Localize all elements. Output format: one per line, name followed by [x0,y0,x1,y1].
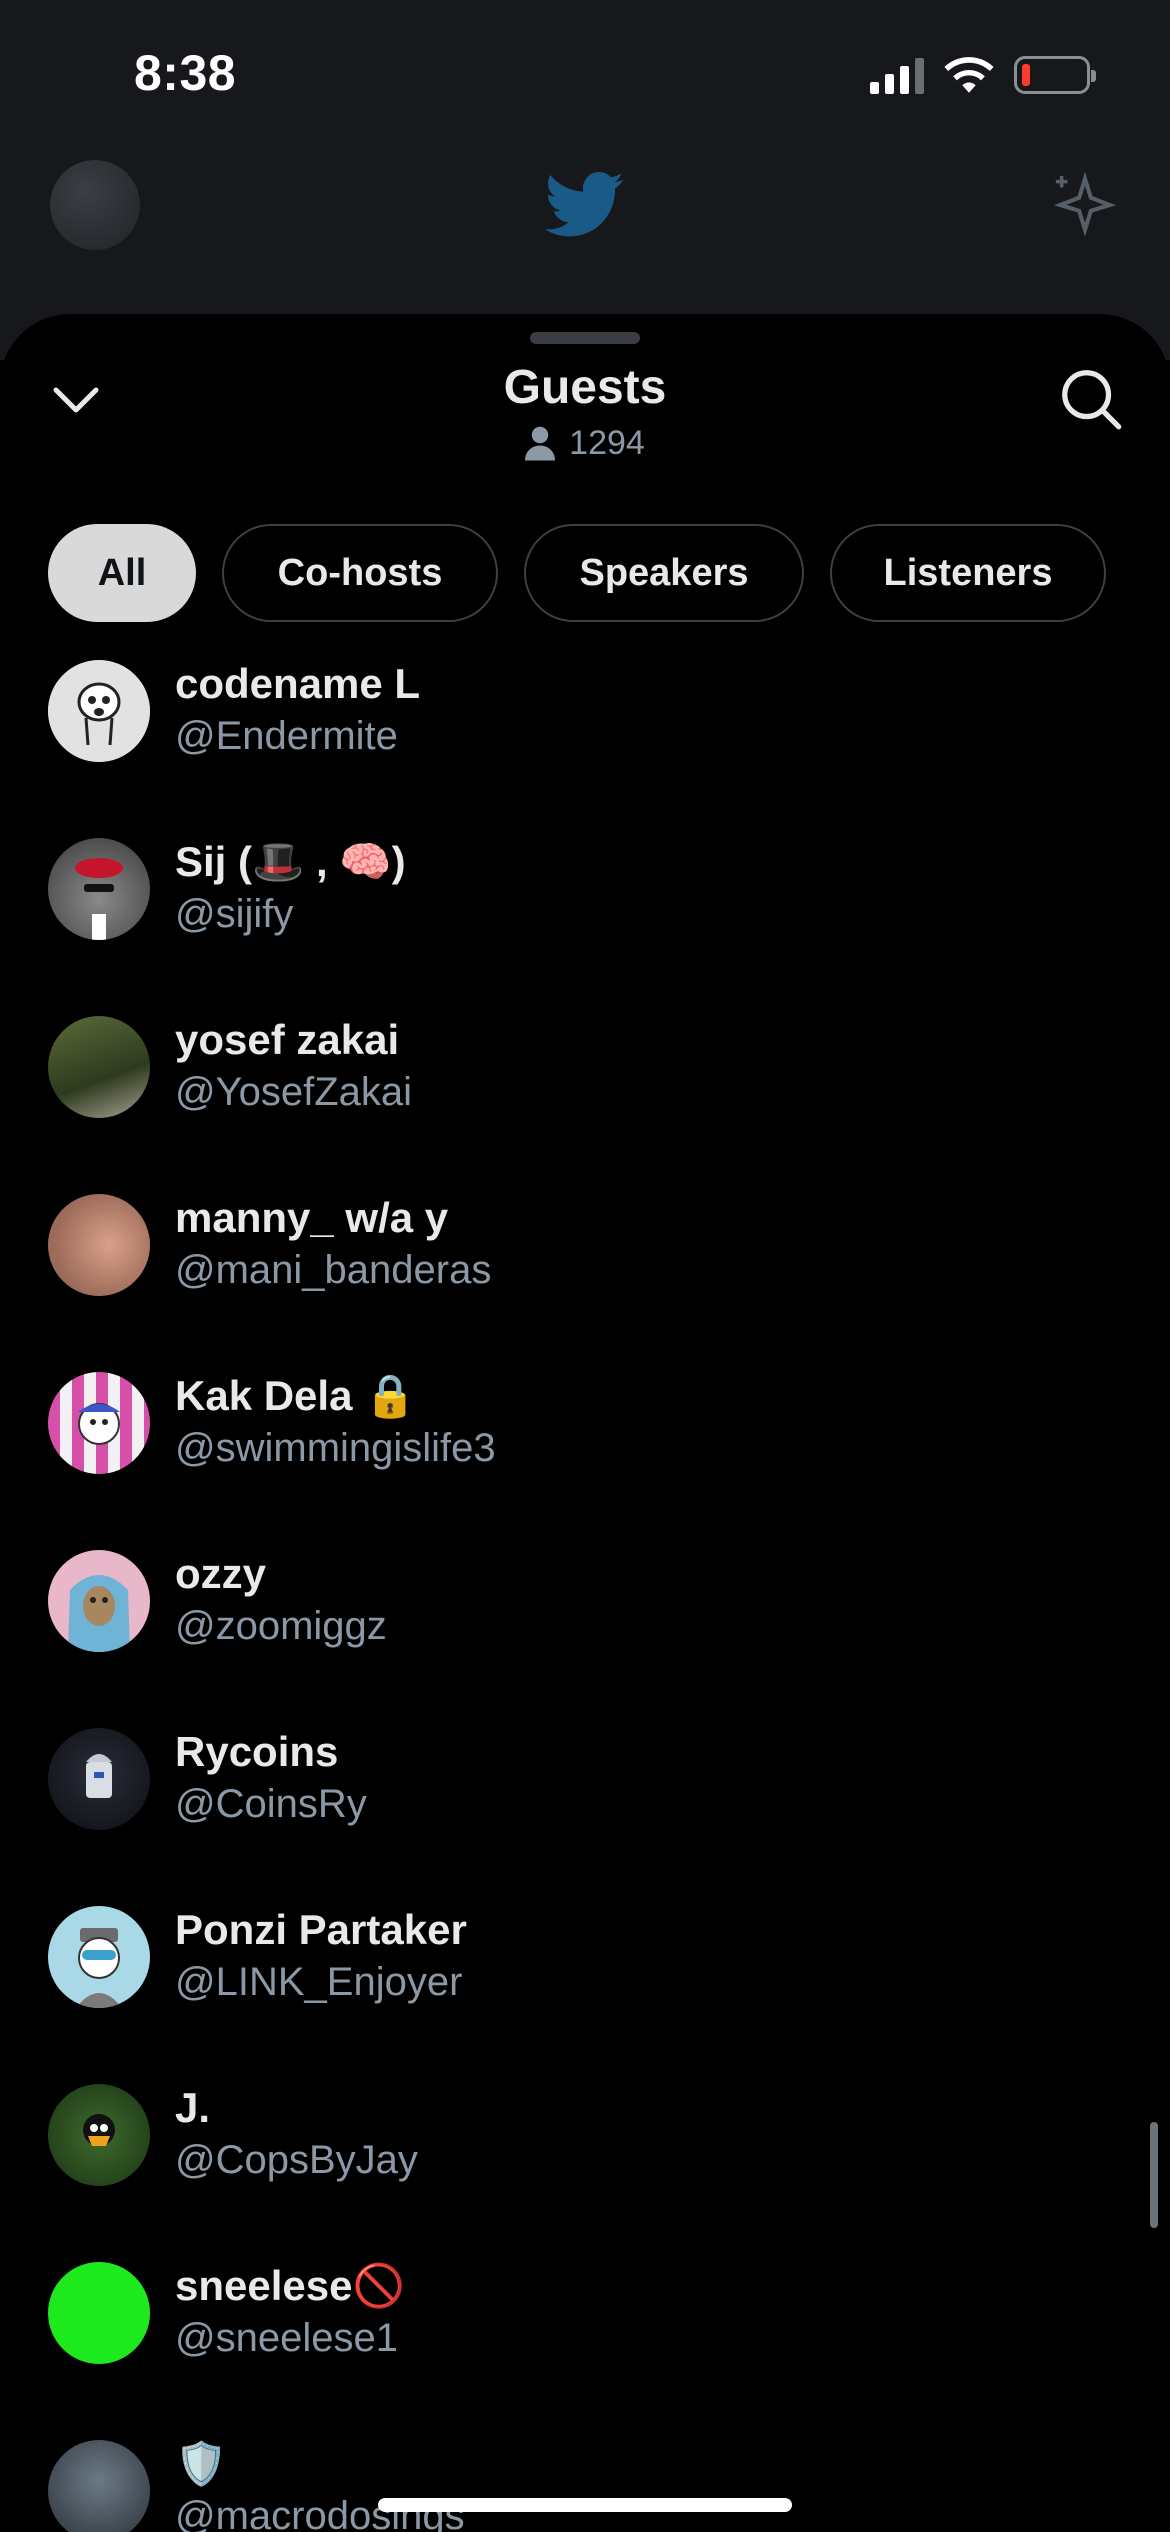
home-indicator[interactable] [378,2498,792,2512]
list-item[interactable]: J. @CopsByJay [0,2084,1170,2262]
guests-sheet: Guests 1294 All Co-hosts Speakers Listen… [0,314,1170,2532]
screen: 8:38 Guests 1294 All Co-hosts Speakers L… [0,0,1170,2532]
sheet-title: Guests [503,361,667,414]
avatar[interactable] [48,1372,150,1474]
avatar[interactable] [48,1728,150,1830]
status-time: 8:38 [134,45,237,101]
list-item[interactable]: Sij (🎩 , 🧠) @sijify [0,838,1170,1016]
guest-handle: @CopsByJay [175,2138,418,2182]
guest-name: Rycoins [175,1728,339,1775]
guest-name: 🛡️ [175,2440,228,2487]
guest-name: Ponzi Partaker [175,1906,467,1953]
guest-name: J. [175,2084,211,2131]
avatar[interactable] [48,838,150,940]
list-item[interactable]: manny_ w/a y @mani_banderas [0,1194,1170,1372]
guest-name: ozzy [175,1550,267,1597]
list-item[interactable]: Ponzi Partaker @LINK_Enjoyer [0,1906,1170,2084]
guest-handle: @Endermite [175,714,398,758]
list-item[interactable]: yosef zakai @YosefZakai [0,1016,1170,1194]
list-item[interactable]: Rycoins @CoinsRy [0,1728,1170,1906]
tab-all[interactable]: All [48,524,196,622]
listener-count: 1294 [569,424,645,462]
sparkle-icon [1053,171,1117,237]
battery-icon [1014,56,1096,94]
listener-count-row: 1294 [0,424,1170,463]
avatar[interactable] [48,1550,150,1652]
guest-name: sneelese🚫 [175,2262,405,2309]
list-item[interactable]: codename L @Endermite [0,660,1170,838]
guest-list: codename L @Endermite Sij (🎩 , 🧠) @sijif… [0,660,1170,2532]
tab-speakers[interactable]: Speakers [524,524,804,622]
guest-handle: @CoinsRy [175,1782,367,1826]
scrollbar[interactable] [1150,2122,1158,2228]
avatar[interactable] [48,2440,150,2532]
status-icons [870,56,1096,94]
search-icon[interactable] [1056,364,1126,434]
list-item[interactable]: 🛡️ @macrodosings [0,2440,1170,2532]
guest-handle: @mani_banderas [175,1248,492,1292]
filter-tabs: All Co-hosts Speakers Listeners [48,524,1106,622]
guest-name: manny_ w/a y [175,1194,449,1241]
tab-co-hosts[interactable]: Co-hosts [222,524,498,622]
person-icon [525,426,556,460]
list-item[interactable]: sneelese🚫 @sneelese1 [0,2262,1170,2440]
guest-name: Sij (🎩 , 🧠) [175,838,406,885]
list-item[interactable]: ozzy @zoomiggz [0,1550,1170,1728]
list-item[interactable]: Kak Dela 🔒 @swimmingislife3 [0,1372,1170,1550]
status-bar: 8:38 [0,0,1170,150]
avatar[interactable] [48,2084,150,2186]
avatar[interactable] [48,1906,150,2008]
avatar[interactable] [48,660,150,762]
avatar[interactable] [48,1194,150,1296]
avatar[interactable] [48,2262,150,2364]
guest-handle: @zoomiggz [175,1604,387,1648]
sheet-grabber[interactable] [530,332,640,344]
profile-avatar [50,160,140,250]
guest-handle: @sneelese1 [175,2316,398,2360]
guest-handle: @swimmingislife3 [175,1426,496,1470]
wifi-icon [944,57,994,93]
signal-icon [870,56,924,94]
guest-name: Kak Dela 🔒 [175,1372,417,1419]
twitter-logo-icon [545,172,624,237]
guest-name: codename L [175,660,421,707]
guest-handle: @YosefZakai [175,1070,413,1114]
guest-handle: @LINK_Enjoyer [175,1960,463,2004]
avatar[interactable] [48,1016,150,1118]
guest-handle: @sijify [175,892,294,936]
guest-name: yosef zakai [175,1016,400,1063]
tab-listeners[interactable]: Listeners [830,524,1106,622]
